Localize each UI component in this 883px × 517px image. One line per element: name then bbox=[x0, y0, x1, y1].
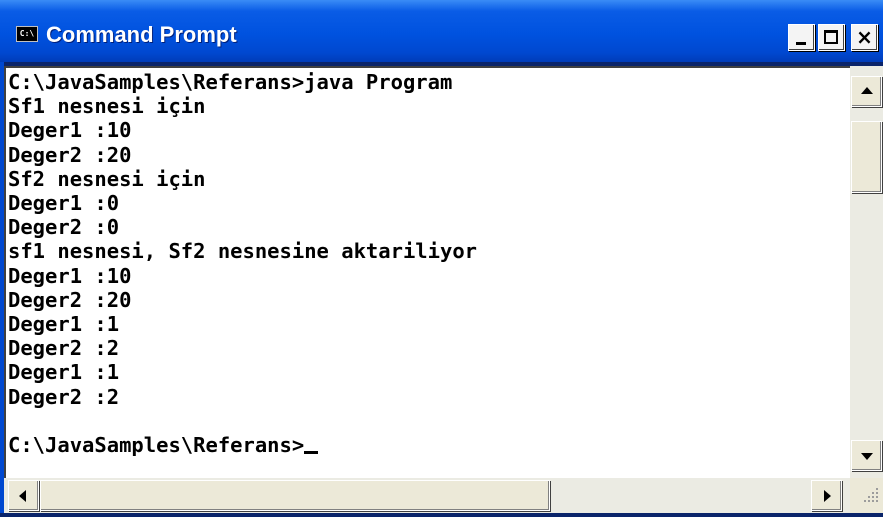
console-line: C:\JavaSamples\Referans>java Program bbox=[8, 70, 453, 94]
console-line: Deger2 :2 bbox=[8, 384, 120, 409]
console-line: sf1 nesnesi, Sf2 nesnesine aktariliyor bbox=[8, 239, 477, 264]
resize-grip-icon[interactable] bbox=[850, 478, 883, 513]
console-line: Sf1 nesnesi için bbox=[8, 94, 206, 119]
horizontal-scroll-thumb[interactable] bbox=[40, 480, 550, 511]
maximize-button[interactable] bbox=[818, 24, 845, 51]
console-line: Deger2 :0 bbox=[8, 215, 120, 240]
maximize-icon bbox=[824, 30, 838, 44]
minimize-button[interactable] bbox=[788, 24, 815, 51]
arrow-left-icon bbox=[19, 490, 26, 502]
command-prompt-window: C:\ Command Prompt × C:\JavaSamples\Refe… bbox=[0, 0, 883, 517]
scroll-up-button[interactable] bbox=[851, 76, 882, 107]
console-line: Sf2 nesnesi için bbox=[8, 166, 206, 191]
console-line: Deger2 :20 bbox=[8, 287, 132, 312]
scroll-right-button[interactable] bbox=[811, 480, 842, 511]
window-border-bottom bbox=[0, 513, 883, 517]
arrow-up-icon bbox=[861, 87, 873, 94]
arrow-down-icon bbox=[861, 453, 873, 460]
console-line: Deger1 :10 bbox=[8, 118, 132, 143]
console-area[interactable]: C:\JavaSamples\Referans>java Program Sf1… bbox=[4, 66, 850, 478]
close-icon: × bbox=[856, 25, 873, 49]
minimize-icon bbox=[796, 42, 806, 45]
vertical-scrollbar[interactable] bbox=[850, 66, 883, 478]
scroll-left-button[interactable] bbox=[8, 480, 39, 511]
close-button[interactable]: × bbox=[851, 24, 878, 51]
scroll-down-button[interactable] bbox=[851, 440, 882, 471]
arrow-right-icon bbox=[824, 490, 831, 502]
console-line: Deger1 :10 bbox=[8, 263, 132, 288]
console-line: Deger1 :1 bbox=[8, 312, 120, 337]
console-icon[interactable]: C:\ bbox=[16, 26, 38, 42]
prompt-line: C:\JavaSamples\Referans> bbox=[8, 433, 305, 458]
title-bar[interactable]: C:\ Command Prompt × bbox=[0, 0, 883, 62]
text-cursor bbox=[304, 451, 319, 455]
horizontal-scrollbar[interactable] bbox=[4, 478, 850, 513]
console-line: Deger1 :1 bbox=[8, 360, 120, 385]
console-output: C:\JavaSamples\Referans>java Program Sf1… bbox=[8, 70, 477, 457]
console-line: Deger2 :2 bbox=[8, 336, 120, 361]
console-line: Deger2 :20 bbox=[8, 142, 132, 167]
console-line: Deger1 :0 bbox=[8, 191, 120, 216]
window-title: Command Prompt bbox=[46, 22, 237, 47]
vertical-scroll-thumb[interactable] bbox=[851, 121, 882, 193]
